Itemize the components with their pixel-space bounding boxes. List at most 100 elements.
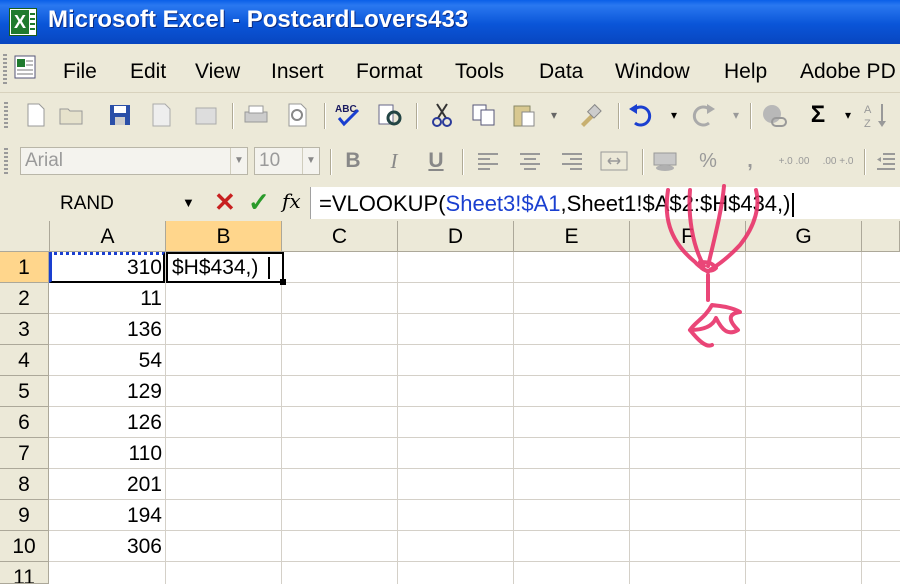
menu-insert[interactable]: Insert <box>271 60 324 84</box>
open-folder-icon[interactable] <box>58 101 86 129</box>
row-header-6[interactable]: 6 <box>0 407 49 438</box>
column-header-e[interactable]: E <box>514 221 630 252</box>
cell-a5[interactable]: 129 <box>50 380 162 404</box>
menu-edit[interactable]: Edit <box>130 60 166 84</box>
toolbar-separator <box>232 103 234 129</box>
formatting-toolbar: Arial ▼ 10 ▼ B I U % , +.0 .00 .00 +.0 <box>0 139 900 185</box>
cell-a10[interactable]: 306 <box>50 535 162 559</box>
sort-ascending-icon[interactable]: AZ <box>862 101 890 129</box>
cell-a3[interactable]: 136 <box>50 318 162 342</box>
undo-icon[interactable] <box>626 101 654 129</box>
column-header-d[interactable]: D <box>398 221 514 252</box>
autosum-chevron-down-icon[interactable]: ▾ <box>834 101 862 129</box>
spelling-icon[interactable]: ABC <box>334 101 362 129</box>
align-left-icon[interactable] <box>474 147 502 175</box>
menu-file[interactable]: File <box>63 60 97 84</box>
row-header-7[interactable]: 7 <box>0 438 49 469</box>
redo-icon[interactable] <box>690 101 718 129</box>
menu-format[interactable]: Format <box>356 60 423 84</box>
column-header-b[interactable]: B <box>166 221 282 252</box>
row-header-5[interactable]: 5 <box>0 376 49 407</box>
workbook-icon[interactable] <box>12 54 38 80</box>
menu-data[interactable]: Data <box>539 60 583 84</box>
italic-button[interactable]: I <box>380 147 408 175</box>
column-header-c[interactable]: C <box>282 221 398 252</box>
cell-a6[interactable]: 126 <box>50 411 162 435</box>
row-header-8[interactable]: 8 <box>0 469 49 500</box>
row-header-1[interactable]: 1 <box>0 252 49 283</box>
paste-icon[interactable] <box>510 101 538 129</box>
merge-center-icon[interactable] <box>600 147 628 175</box>
column-header-a[interactable]: A <box>50 221 166 252</box>
row-header-9[interactable]: 9 <box>0 500 49 531</box>
decrease-indent-icon[interactable] <box>872 147 900 175</box>
print-icon[interactable] <box>242 101 270 129</box>
name-box-chevron-down-icon[interactable]: ▼ <box>182 195 195 210</box>
menu-view[interactable]: View <box>195 60 240 84</box>
column-header-h-partial[interactable] <box>862 221 900 252</box>
menu-adobe-pdf[interactable]: Adobe PD <box>800 60 896 84</box>
text-caret <box>268 257 271 280</box>
formula-input[interactable]: =VLOOKUP(Sheet3!$A1,Sheet1!$A$2:$H$434,) <box>310 187 900 219</box>
redo-chevron-down-icon[interactable]: ▾ <box>722 101 750 129</box>
row-header-4[interactable]: 4 <box>0 345 49 376</box>
autosum-icon[interactable]: Σ <box>804 101 832 129</box>
cell-a4[interactable]: 54 <box>50 349 162 373</box>
select-all-corner[interactable] <box>0 221 50 252</box>
cell-a2[interactable]: 11 <box>50 287 162 311</box>
cell-b1-text: $H$434,) <box>172 256 271 280</box>
chevron-down-icon[interactable]: ▼ <box>230 148 247 174</box>
cell-a9[interactable]: 194 <box>50 504 162 528</box>
undo-chevron-down-icon[interactable]: ▾ <box>660 101 688 129</box>
excel-app-icon[interactable]: X <box>9 8 37 36</box>
bold-button[interactable]: B <box>339 147 367 175</box>
underline-button[interactable]: U <box>422 147 450 175</box>
enter-checkmark-icon[interactable]: ✓ <box>248 187 270 218</box>
new-document-icon[interactable] <box>22 101 50 129</box>
menu-window[interactable]: Window <box>615 60 690 84</box>
currency-icon[interactable] <box>652 147 680 175</box>
row-header-3[interactable]: 3 <box>0 314 49 345</box>
toolbar-separator <box>416 103 418 129</box>
font-name-select[interactable]: Arial ▼ <box>20 147 248 175</box>
grid-line <box>745 252 746 584</box>
hyperlink-icon[interactable] <box>760 101 788 129</box>
menu-tools[interactable]: Tools <box>455 60 504 84</box>
toolbar-grip-handle[interactable] <box>4 102 8 130</box>
formula-bar: RAND ▼ ✕ ✓ fx =VLOOKUP(Sheet3!$A1,Sheet1… <box>0 185 900 221</box>
cut-icon[interactable] <box>428 101 456 129</box>
column-header-f[interactable]: F <box>630 221 746 252</box>
copy-icon[interactable] <box>470 101 498 129</box>
format-painter-icon[interactable] <box>576 101 604 129</box>
row-header-2[interactable]: 2 <box>0 283 49 314</box>
name-box[interactable]: RAND ▼ <box>0 187 200 219</box>
font-size-select[interactable]: 10 ▼ <box>254 147 320 175</box>
toolbar-separator <box>750 103 752 129</box>
cell-a8[interactable]: 201 <box>50 473 162 497</box>
cancel-icon[interactable]: ✕ <box>214 187 236 218</box>
toolbar-grip-handle[interactable] <box>4 148 8 176</box>
align-right-icon[interactable] <box>558 147 586 175</box>
research-icon[interactable] <box>376 101 404 129</box>
paste-options-chevron-down-icon[interactable]: ▾ <box>540 101 568 129</box>
insert-function-icon[interactable]: fx <box>282 189 301 213</box>
comma-style-button[interactable]: , <box>736 147 764 175</box>
row-header-11[interactable]: 11 <box>0 562 49 584</box>
align-center-icon[interactable] <box>516 147 544 175</box>
decrease-decimal-button[interactable]: .00 +.0 <box>818 147 858 175</box>
menu-help[interactable]: Help <box>724 60 767 84</box>
row-header-10[interactable]: 10 <box>0 531 49 562</box>
fill-handle[interactable] <box>280 279 286 285</box>
cell-b1-editor[interactable]: $H$434,) <box>166 252 284 283</box>
worksheet-grid[interactable]: A B C D E F G 1 2 3 4 5 6 7 8 9 10 11 31… <box>0 221 900 584</box>
chevron-down-icon[interactable]: ▼ <box>302 148 319 174</box>
permission-icon[interactable] <box>148 101 176 129</box>
save-icon[interactable] <box>106 101 134 129</box>
email-icon[interactable] <box>192 101 220 129</box>
percent-style-button[interactable]: % <box>694 147 722 175</box>
column-header-g[interactable]: G <box>746 221 862 252</box>
cell-a7[interactable]: 110 <box>50 442 162 466</box>
menu-grip-handle[interactable] <box>3 54 7 84</box>
increase-decimal-button[interactable]: +.0 .00 <box>774 147 814 175</box>
print-preview-icon[interactable] <box>284 101 312 129</box>
